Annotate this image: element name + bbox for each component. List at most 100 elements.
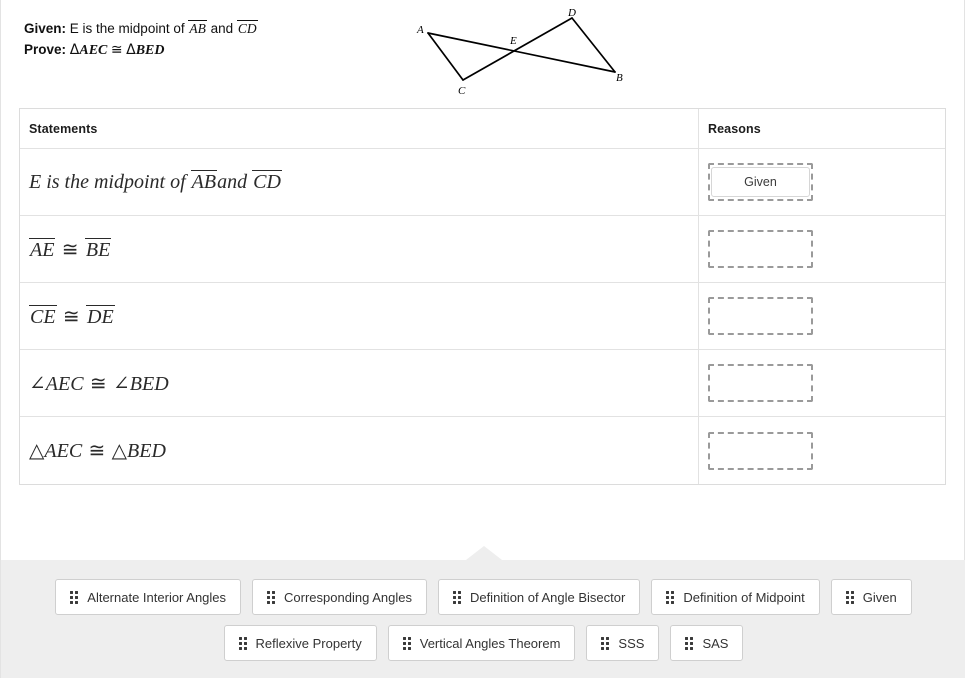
grip-dot [243, 646, 247, 650]
grip-dot [238, 636, 242, 640]
grip-dot [666, 600, 670, 604]
grip-dot [845, 590, 849, 594]
drag-handle-icon[interactable] [601, 636, 610, 650]
drag-handle-icon[interactable] [267, 590, 276, 604]
reason-tile-label: SSS [618, 635, 645, 651]
grip-dot [457, 595, 461, 599]
grip-dot [267, 595, 271, 599]
reason-tile[interactable]: Definition of Angle Bisector [437, 579, 641, 615]
triangle-icon: Δ [69, 42, 80, 58]
grip-dot [267, 600, 271, 604]
header-cell-reasons: Reasons [699, 109, 945, 148]
given-line: Given: E is the midpoint of AB and CD [24, 18, 258, 39]
table-row: E is the midpoint of ABand CD Given [20, 149, 945, 216]
grip-dot [70, 600, 74, 604]
reason-dropzone[interactable] [708, 431, 813, 470]
reason-tile-label: Definition of Midpoint [683, 589, 805, 605]
overline-segment: AE [29, 237, 56, 261]
drag-handle-icon[interactable] [70, 590, 79, 604]
math-symbol: ∠ [113, 370, 130, 395]
reason-tile-label: SAS [702, 635, 729, 651]
reason-cell: Given [699, 149, 945, 215]
prove-triangle-1: AEC [79, 43, 108, 58]
proof-page: Given: E is the midpoint of AB and CD Pr… [0, 0, 965, 678]
reason-tile-label: Reflexive Property [255, 635, 362, 651]
geometry-figure: A B C D E [401, 0, 651, 105]
statement-expression: CE ≅ DE [29, 304, 115, 329]
reason-tile-label: Definition of Angle Bisector [469, 589, 626, 605]
drag-handle-icon[interactable] [685, 636, 694, 650]
grip-dot [845, 595, 849, 599]
grip-dot [75, 595, 79, 599]
table-header-row: Statements Reasons [20, 109, 945, 149]
reason-tile[interactable]: SSS [586, 625, 660, 661]
statement-cell: CE ≅ DE [20, 283, 699, 349]
grip-dot [402, 641, 406, 645]
header-cell-statements: Statements [20, 109, 699, 148]
statement-text: BED [129, 372, 169, 395]
reason-tile[interactable]: Alternate Interior Angles [55, 579, 242, 615]
prove-label: Prove: [24, 42, 67, 57]
figure-svg: A B C D E [416, 7, 623, 97]
reason-cell [699, 216, 945, 282]
grip-dot [606, 636, 610, 640]
grip-dot [671, 590, 675, 594]
reason-cell [699, 350, 945, 416]
reason-tile-label: Corresponding Angles [284, 589, 412, 605]
reason-tile[interactable]: SAS [670, 625, 744, 661]
grip-dot [606, 641, 610, 645]
figure-label-B: B [616, 72, 623, 84]
reason-dropzone[interactable] [708, 364, 813, 402]
reason-tile[interactable]: Reflexive Property [223, 625, 377, 661]
drag-handle-icon[interactable] [845, 590, 854, 604]
grip-dot [70, 595, 74, 599]
grip-dot [690, 646, 694, 650]
grip-dot [267, 590, 271, 594]
grip-dot [75, 590, 79, 594]
given-label: Given: [24, 21, 67, 36]
given-text: E is the midpoint of [69, 21, 189, 36]
reason-tile[interactable]: Corresponding Angles [252, 579, 427, 615]
reason-dropzone[interactable]: Given [708, 163, 813, 201]
math-symbol: ≅ [55, 236, 85, 261]
grip-dot [452, 590, 456, 594]
table-row: AE ≅ BE [20, 216, 945, 283]
reason-tile[interactable]: Definition of Midpoint [651, 579, 820, 615]
math-symbol: ≅ [83, 370, 114, 395]
grip-dot [402, 636, 406, 640]
reason-tile[interactable]: Given [830, 579, 912, 615]
reason-dropzone[interactable] [708, 230, 813, 268]
grip-dot [690, 641, 694, 645]
grip-dot [402, 646, 406, 650]
math-symbol: ∠ [29, 370, 46, 395]
drag-handle-icon[interactable] [452, 590, 461, 604]
prove-triangle-2: BED [135, 43, 165, 58]
statement-expression: E is the midpoint of ABand CD [29, 170, 282, 194]
drag-handle-icon[interactable] [666, 590, 675, 604]
grip-dot [601, 646, 605, 650]
given-segment-cd: CD [236, 20, 258, 36]
statement-text: AEC [45, 372, 84, 395]
reason-tile[interactable]: Vertical Angles Theorem [387, 625, 576, 661]
statement-cell: E is the midpoint of ABand CD [20, 149, 699, 215]
overline-segment: AB [190, 170, 218, 193]
grip-dot [407, 636, 411, 640]
placed-reason-chip[interactable]: Given [711, 167, 810, 197]
drag-handle-icon[interactable] [402, 636, 411, 650]
grip-dot [601, 636, 605, 640]
grip-dot [606, 646, 610, 650]
figure-label-E: E [509, 35, 517, 47]
grip-dot [272, 590, 276, 594]
statement-text: AEC [44, 440, 83, 462]
drag-handle-icon[interactable] [238, 636, 247, 650]
statement-text: E is the midpoint of [29, 171, 191, 193]
grip-dot [685, 636, 689, 640]
statement-expression: AE ≅ BE [29, 236, 112, 262]
math-symbol: ≅ [82, 438, 112, 462]
reason-dropzone[interactable] [708, 297, 813, 335]
given-conjunction: and [206, 21, 237, 36]
grip-dot [238, 641, 242, 645]
grip-dot [601, 641, 605, 645]
overline-segment: CE [29, 304, 57, 328]
table-body: E is the midpoint of ABand CD Given AE ≅ B… [20, 149, 945, 484]
